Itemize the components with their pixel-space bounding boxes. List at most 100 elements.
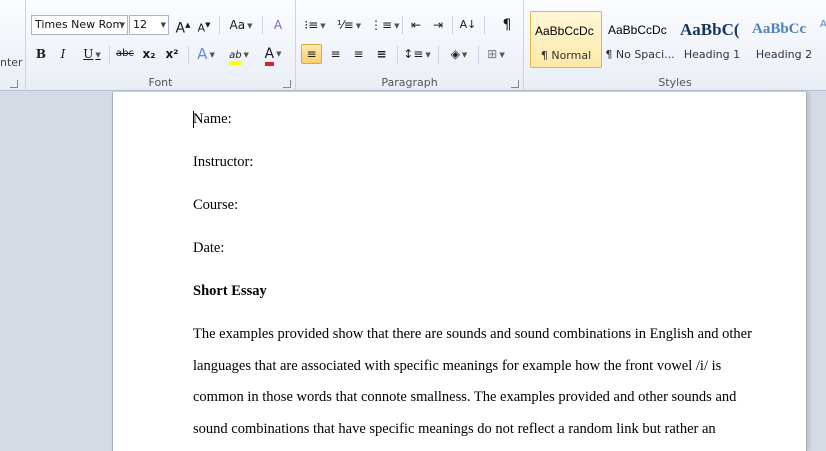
essay-title[interactable]: Short Essay bbox=[193, 281, 733, 324]
font-color-button[interactable]: A ▼ bbox=[258, 44, 288, 66]
decrease-indent-button[interactable]: ⇤ bbox=[407, 15, 425, 35]
align-center-button[interactable]: ≡ bbox=[325, 44, 346, 64]
style-name: ¶ No Spaci... bbox=[605, 48, 675, 61]
subscript-button[interactable]: x₂ bbox=[139, 44, 159, 64]
style-normal[interactable]: AaBbCcDc ¶ Normal bbox=[530, 11, 602, 68]
align-right-button[interactable]: ≡ bbox=[348, 44, 369, 64]
strikethrough-button[interactable]: abc bbox=[113, 44, 137, 64]
text-effects-icon: A bbox=[197, 45, 208, 63]
separator bbox=[438, 46, 439, 64]
shrink-font-button[interactable]: A▼ bbox=[196, 15, 212, 35]
style-heading-more[interactable]: A bbox=[820, 15, 826, 35]
grow-font-button[interactable]: A▲ bbox=[175, 15, 191, 37]
separator bbox=[262, 16, 263, 34]
italic-icon: I bbox=[60, 47, 66, 61]
align-left-button[interactable]: ≡ bbox=[301, 44, 322, 64]
bold-button[interactable]: B bbox=[32, 44, 50, 64]
align-right-icon: ≡ bbox=[353, 47, 364, 61]
highlighter-icon: ab bbox=[229, 50, 242, 65]
sort-button[interactable]: A↓ bbox=[458, 15, 478, 35]
justify-button[interactable]: ≡ bbox=[371, 44, 392, 64]
bullets-icon: ⁝≡ bbox=[304, 18, 319, 32]
bullets-button[interactable]: ⁝≡ ▼ bbox=[302, 15, 328, 35]
font-name-value: Times New Rom bbox=[35, 18, 124, 31]
font-dialog-launcher-icon[interactable] bbox=[283, 80, 291, 88]
style-heading-1[interactable]: AaBbC( Heading 1 bbox=[676, 11, 748, 68]
style-heading-2[interactable]: AaBbCc Heading 2 bbox=[748, 11, 820, 68]
body-line[interactable]: common in those words that connote small… bbox=[193, 387, 736, 419]
separator bbox=[109, 46, 110, 64]
font-name-combo[interactable]: Times New Rom ▼ bbox=[31, 15, 128, 35]
bold-icon: B bbox=[35, 47, 47, 61]
document-page[interactable]: Name: Instructor: Course: Date: Short Es… bbox=[112, 92, 807, 451]
body-line[interactable]: The examples provided show that there ar… bbox=[193, 324, 752, 356]
clipboard-dialog-launcher-icon[interactable] bbox=[10, 80, 18, 88]
sort-icon: A↓ bbox=[459, 18, 477, 31]
strikethrough-icon: abc bbox=[116, 48, 134, 59]
separator bbox=[452, 16, 453, 34]
justify-icon: ≡ bbox=[376, 47, 387, 61]
separator bbox=[484, 16, 485, 34]
numbering-icon: ⅟≡ bbox=[336, 18, 354, 32]
numbering-button[interactable]: ⅟≡ ▼ bbox=[336, 15, 362, 35]
style-sample: AaBbC( bbox=[680, 20, 740, 39]
multilevel-list-icon: ⋮≡ bbox=[370, 18, 393, 32]
name-line[interactable]: Name: bbox=[193, 109, 733, 152]
borders-button[interactable]: ⊞ ▼ bbox=[482, 44, 510, 64]
font-color-icon: A bbox=[264, 46, 275, 66]
paint-bucket-icon: ◈ bbox=[450, 47, 460, 61]
increase-indent-icon: ⇥ bbox=[432, 18, 444, 32]
italic-button[interactable]: I bbox=[54, 44, 72, 64]
clear-formatting-icon: A bbox=[273, 18, 283, 32]
style-name: Heading 2 bbox=[755, 48, 813, 61]
instructor-line[interactable]: Instructor: bbox=[193, 152, 733, 195]
line-spacing-button[interactable]: ↕≡ ▼ bbox=[402, 44, 432, 64]
subscript-icon: x₂ bbox=[142, 47, 156, 61]
chevron-down-icon: ▼ bbox=[119, 21, 125, 29]
font-group: Times New Rom ▼ 12 ▼ A▲ A▼ Aa ▼ A B I U ▼ … bbox=[26, 0, 296, 91]
document-workspace: Name: Instructor: Course: Date: Short Es… bbox=[0, 92, 826, 451]
font-group-label: Font bbox=[148, 76, 173, 89]
paragraph-group-label: Paragraph bbox=[381, 76, 438, 89]
change-case-button[interactable]: Aa ▼ bbox=[226, 15, 256, 35]
styles-group-label: Styles bbox=[658, 76, 692, 89]
superscript-button[interactable]: x² bbox=[162, 44, 182, 64]
change-case-icon: Aa bbox=[229, 18, 246, 32]
body-line[interactable]: languages that are associated with speci… bbox=[193, 356, 733, 388]
style-name: ¶ Normal bbox=[540, 49, 592, 62]
text-effects-button[interactable]: A ▼ bbox=[193, 44, 219, 64]
show-formatting-button[interactable]: ¶ bbox=[499, 15, 515, 35]
clear-formatting-button[interactable]: A bbox=[268, 15, 288, 35]
shading-button[interactable]: ◈ ▼ bbox=[444, 44, 474, 64]
font-size-value: 12 bbox=[133, 18, 147, 31]
style-sample: AaBbCcDc bbox=[535, 24, 594, 38]
separator bbox=[188, 46, 189, 64]
separator bbox=[478, 46, 479, 64]
course-line[interactable]: Course: bbox=[193, 195, 733, 238]
ribbon: nter Times New Rom ▼ 12 ▼ A▲ A▼ Aa ▼ A B … bbox=[0, 0, 826, 91]
styles-group: AaBbCcDc ¶ Normal AaBbCcDc ¶ No Spaci...… bbox=[524, 0, 826, 91]
style-name: Heading 1 bbox=[683, 48, 741, 61]
decrease-indent-icon: ⇤ bbox=[410, 18, 422, 32]
grow-font-icon: A bbox=[175, 20, 186, 37]
highlight-button[interactable]: ab ▼ bbox=[224, 44, 254, 65]
separator bbox=[397, 46, 398, 64]
font-size-combo[interactable]: 12 ▼ bbox=[129, 15, 169, 35]
line-spacing-icon: ↕≡ bbox=[403, 47, 424, 61]
align-center-icon: ≡ bbox=[330, 47, 341, 61]
text-cursor bbox=[193, 111, 194, 128]
date-line[interactable]: Date: bbox=[193, 238, 733, 281]
underline-icon: U bbox=[83, 47, 94, 61]
format-painter-partial-label[interactable]: nter bbox=[0, 56, 23, 69]
superscript-icon: x² bbox=[165, 47, 179, 61]
separator bbox=[402, 16, 403, 34]
style-no-spacing[interactable]: AaBbCcDc ¶ No Spaci... bbox=[604, 11, 676, 68]
shrink-font-icon: A bbox=[197, 21, 206, 35]
body-line[interactable]: sound combinations that have specific me… bbox=[193, 419, 733, 451]
increase-indent-button[interactable]: ⇥ bbox=[429, 15, 447, 35]
document-body[interactable]: Name: Instructor: Course: Date: Short Es… bbox=[193, 109, 752, 451]
pilcrow-icon: ¶ bbox=[502, 17, 512, 33]
underline-button[interactable]: U ▼ bbox=[78, 44, 106, 64]
paragraph-dialog-launcher-icon[interactable] bbox=[511, 80, 519, 88]
multilevel-list-button[interactable]: ⋮≡ ▼ bbox=[370, 15, 399, 35]
